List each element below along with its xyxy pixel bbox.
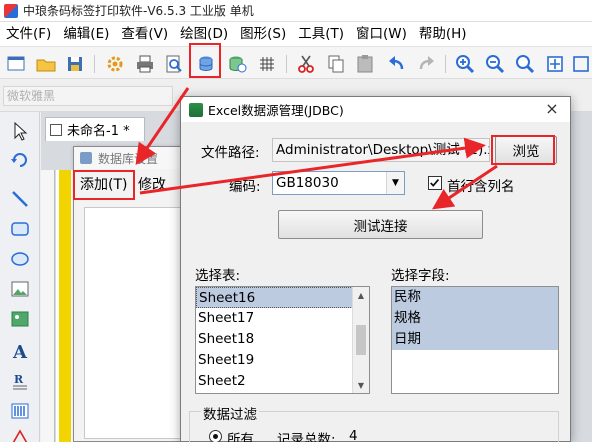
menu-tools[interactable]: 工具(T) (292, 22, 350, 46)
redo-icon[interactable] (415, 53, 437, 75)
print-icon[interactable] (134, 53, 156, 75)
edit-datasource-button[interactable]: 修改 (138, 174, 166, 196)
barcode-tool-icon[interactable] (9, 400, 31, 422)
table-item-sheet2[interactable]: Sheet2 (196, 371, 369, 392)
menu-help[interactable]: 帮助(H) (413, 22, 473, 46)
first-row-checkbox[interactable] (428, 176, 442, 190)
close-icon[interactable]: × (544, 101, 560, 117)
undo-icon[interactable] (386, 53, 408, 75)
shape-tool-icon[interactable] (9, 428, 31, 442)
line-tool-icon[interactable] (9, 188, 31, 210)
scroll-thumb[interactable] (356, 325, 366, 355)
highlight-add-button (73, 170, 135, 200)
record-count-value: 4 (349, 428, 358, 442)
scroll-down-icon[interactable]: ▼ (353, 377, 369, 393)
cut-icon[interactable] (295, 53, 317, 75)
excel-dialog-titlebar: Excel数据源管理(JDBC) × (181, 97, 570, 122)
file-path-field[interactable]: Administrator\Desktop\测试 (2).xl (272, 138, 490, 162)
test-connection-button[interactable]: 测试连接 (278, 210, 483, 239)
database-dialog-icon (80, 152, 92, 164)
table-item-sheet19[interactable]: Sheet19 (196, 350, 369, 371)
highlight-browse-button (491, 135, 555, 165)
image-tool-icon[interactable] (9, 278, 31, 300)
text-tool-icon[interactable]: A (9, 340, 31, 363)
rotate-icon[interactable] (9, 148, 31, 170)
chevron-down-icon[interactable]: ▼ (386, 172, 404, 194)
svg-text:A: A (12, 342, 28, 362)
window-titlebar: 中琅条码标签打印软件-V6.5.3 工业版 单机 (0, 0, 592, 22)
menu-shape[interactable]: 图形(S) (234, 22, 292, 46)
excel-dialog-title: Excel数据源管理(JDBC) (208, 103, 344, 118)
highlight-database-button (189, 43, 221, 78)
paste-icon[interactable] (354, 53, 376, 75)
actual-size-icon[interactable] (570, 53, 592, 75)
document-icon (50, 123, 62, 136)
zoom-out-icon[interactable] (484, 53, 506, 75)
select-table-label: 选择表: (195, 268, 241, 284)
first-row-label: 首行含列名 (447, 179, 515, 195)
menubar: 文件(F) 编辑(E) 查看(V) 绘图(D) 图形(S) 工具(T) 窗口(W… (0, 22, 592, 46)
datasource-list[interactable] (84, 207, 186, 439)
fit-page-icon[interactable] (544, 53, 566, 75)
grid-icon[interactable] (256, 53, 278, 75)
zoom-in-icon[interactable] (454, 53, 476, 75)
filter-all-label: 所有 (227, 432, 254, 442)
table-item-sheet16[interactable]: Sheet16 (196, 287, 353, 308)
table-scrollbar[interactable]: ▲ ▼ (352, 287, 369, 393)
menu-view[interactable]: 查看(V) (115, 22, 174, 46)
document-tab-title: 未命名-1 * (67, 124, 130, 139)
filter-all-radio[interactable] (209, 430, 222, 442)
encoding-value: GB18030 (276, 175, 339, 191)
table-listbox[interactable]: Sheet16 Sheet17 Sheet18 Sheet19 Sheet2 ▲… (195, 286, 370, 394)
settings-gear-icon[interactable] (104, 53, 126, 75)
app-logo-icon (4, 3, 18, 18)
encoding-select[interactable]: GB18030 ▼ (272, 171, 405, 195)
menu-file[interactable]: 文件(F) (0, 22, 57, 46)
record-count-label: 记录总数: (277, 432, 336, 442)
database-dialog-title: 数据库设置 (98, 151, 159, 166)
window-title: 中琅条码标签打印软件-V6.5.3 工业版 单机 (23, 4, 254, 18)
left-toolbox: A R (0, 112, 40, 442)
database-dialog-titlebar: 数据库设置 (74, 147, 190, 169)
picture-tool-icon[interactable] (9, 308, 31, 330)
database-refresh-icon[interactable] (226, 53, 248, 75)
ellipse-tool-icon[interactable] (9, 248, 31, 270)
new-file-icon[interactable] (5, 53, 27, 75)
field-listbox[interactable]: 民称 规格 日期 (391, 286, 559, 394)
canvas-margin-guide (59, 170, 71, 442)
scroll-up-icon[interactable]: ▲ (353, 287, 369, 303)
menu-window[interactable]: 窗口(W) (350, 22, 413, 46)
zoom-fit-icon[interactable] (514, 53, 536, 75)
checkmark-icon (430, 179, 440, 187)
copy-icon[interactable] (325, 53, 347, 75)
table-item-sheet17[interactable]: Sheet17 (196, 308, 369, 329)
select-pointer-icon[interactable] (9, 120, 31, 142)
field-item[interactable]: 日期 (392, 329, 558, 350)
rectangle-tool-icon[interactable] (9, 218, 31, 240)
font-family-select[interactable]: 微软雅黑 (3, 86, 173, 106)
vertical-ruler (41, 170, 55, 442)
field-item[interactable]: 规格 (392, 308, 558, 329)
main-toolbar (0, 46, 592, 79)
richtext-tool-icon[interactable]: R (9, 370, 31, 392)
table-item-sheet18[interactable]: Sheet18 (196, 329, 369, 350)
data-filter-label: 数据过滤 (201, 403, 259, 423)
select-field-label: 选择字段: (391, 268, 450, 284)
document-tab[interactable]: 未命名-1 * (45, 117, 145, 141)
print-preview-icon[interactable] (163, 53, 185, 75)
encoding-label: 编码: (229, 179, 261, 195)
field-item[interactable]: 民称 (392, 287, 558, 308)
menu-edit[interactable]: 编辑(E) (57, 22, 115, 46)
save-icon[interactable] (64, 53, 86, 75)
excel-dialog-icon (189, 102, 203, 117)
open-folder-icon[interactable] (35, 53, 57, 75)
svg-text:R: R (14, 373, 24, 386)
file-path-label: 文件路径: (201, 145, 260, 161)
